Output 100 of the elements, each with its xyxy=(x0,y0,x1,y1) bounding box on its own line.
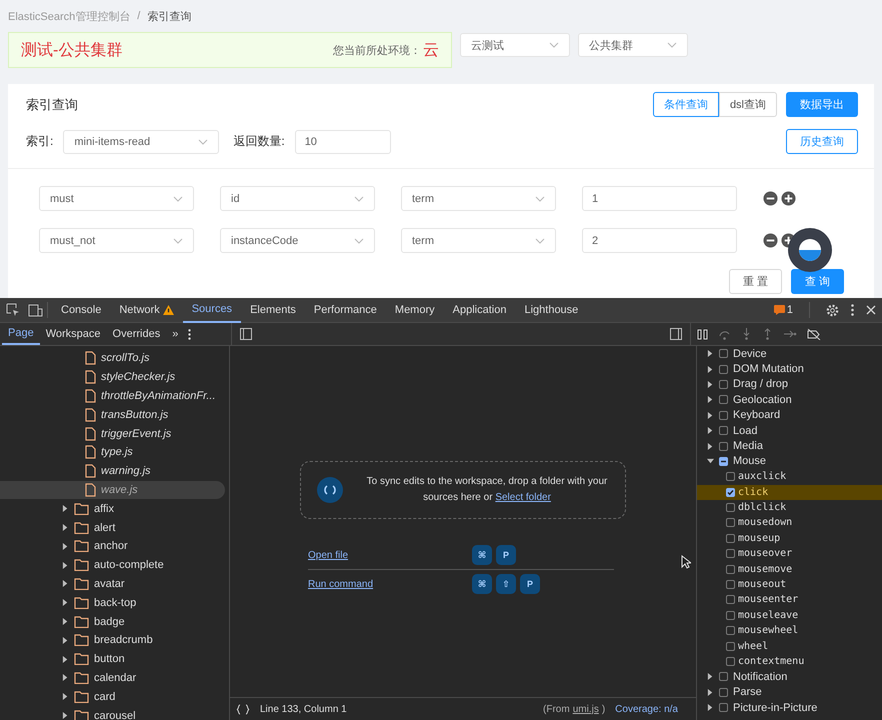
partial-checkbox[interactable] xyxy=(719,456,728,466)
select-field[interactable]: id xyxy=(220,186,375,211)
breakpoint-event[interactable]: dblclick xyxy=(697,500,882,516)
file-item[interactable]: warning.js xyxy=(0,462,225,481)
more-tabs-button[interactable]: » xyxy=(166,323,184,345)
checkbox[interactable] xyxy=(726,472,735,482)
caret-right-icon[interactable] xyxy=(707,704,714,712)
caret-right-icon[interactable] xyxy=(62,656,69,663)
breakpoint-category[interactable]: Media xyxy=(697,438,882,454)
caret-right-icon[interactable] xyxy=(62,505,69,512)
add-icon[interactable] xyxy=(781,191,796,206)
devtools-tab[interactable]: Console xyxy=(52,298,110,322)
folder-item[interactable]: alert xyxy=(0,518,225,537)
caret-right-icon[interactable] xyxy=(707,673,714,680)
checkbox[interactable] xyxy=(726,626,735,636)
more-icon[interactable] xyxy=(851,304,854,316)
sidebar-toggle-icon[interactable] xyxy=(240,328,252,340)
devtools-tab[interactable]: Performance xyxy=(304,298,386,322)
checkbox[interactable] xyxy=(726,595,735,604)
remove-icon[interactable] xyxy=(763,233,778,248)
checkbox[interactable] xyxy=(719,672,728,682)
file-item[interactable]: styleChecker.js xyxy=(0,368,225,387)
checkbox[interactable] xyxy=(719,410,728,420)
breakpoint-event[interactable]: auxclick xyxy=(697,469,882,485)
folder-item[interactable]: anchor xyxy=(0,536,225,556)
checked-checkbox[interactable] xyxy=(726,488,735,497)
close-icon[interactable] xyxy=(866,305,876,315)
source-link[interactable]: umi.js xyxy=(572,704,599,714)
caret-right-icon[interactable] xyxy=(62,542,69,550)
select-field[interactable]: term xyxy=(401,186,556,211)
select-field[interactable]: instanceCode xyxy=(220,228,375,253)
caret-right-icon[interactable] xyxy=(707,412,714,419)
checkbox[interactable] xyxy=(726,503,735,512)
record-button-icon[interactable] xyxy=(788,228,832,272)
breakpoint-category[interactable]: Notification xyxy=(697,669,882,685)
index-select[interactable]: mini-items-read xyxy=(63,130,220,154)
select-field[interactable]: 公共集群 xyxy=(578,33,688,57)
caret-right-icon[interactable] xyxy=(707,427,714,434)
folder-item[interactable]: breadcrumb xyxy=(0,630,225,650)
select-field[interactable]: 云测试 xyxy=(460,33,570,57)
breakpoint-event[interactable]: click xyxy=(697,484,882,500)
more-icon[interactable] xyxy=(188,328,192,340)
folder-item[interactable]: auto-complete xyxy=(0,556,225,575)
shortcut-link[interactable]: Open file xyxy=(308,550,472,560)
folder-item[interactable]: badge xyxy=(0,612,225,631)
checkbox[interactable] xyxy=(726,610,735,620)
breakpoint-category[interactable]: Load xyxy=(697,422,882,438)
checkbox[interactable] xyxy=(726,534,735,543)
caret-right-icon[interactable] xyxy=(62,562,69,569)
checkbox[interactable] xyxy=(719,688,728,697)
checkbox[interactable] xyxy=(726,642,735,651)
caret-right-icon[interactable] xyxy=(62,599,69,606)
breakpoint-category[interactable]: Geolocation xyxy=(697,392,882,408)
breakpoint-category[interactable]: Parse xyxy=(697,684,882,700)
pause-icon[interactable] xyxy=(697,328,708,340)
checkbox[interactable] xyxy=(726,657,735,666)
caret-right-icon[interactable] xyxy=(707,442,714,450)
checkbox[interactable] xyxy=(719,349,728,358)
sidebar-toggle-icon[interactable] xyxy=(670,328,682,340)
count-field[interactable]: 10 xyxy=(294,130,391,154)
breakpoint-category[interactable]: Mouse xyxy=(697,454,882,470)
breakpoint-event[interactable]: contextmenu xyxy=(697,654,882,670)
navigator-tab[interactable]: Workspace xyxy=(40,323,107,345)
deactivate-breakpoints-icon[interactable] xyxy=(807,328,821,340)
checkbox[interactable] xyxy=(726,564,735,574)
caret-right-icon[interactable] xyxy=(62,712,69,720)
navigator-tab[interactable]: Overrides xyxy=(106,323,166,345)
devtools-tab[interactable]: Network xyxy=(110,298,183,322)
breakpoint-event[interactable]: mouseout xyxy=(697,576,882,592)
folder-item[interactable]: calendar xyxy=(0,668,225,688)
checkbox[interactable] xyxy=(726,549,735,558)
caret-down-icon[interactable] xyxy=(707,458,714,465)
file-item[interactable]: type.js xyxy=(0,442,225,462)
caret-right-icon[interactable] xyxy=(62,674,69,682)
breakpoint-event[interactable]: mouseup xyxy=(697,530,882,546)
breakpoint-event[interactable]: mouseleave xyxy=(697,608,882,624)
checkbox[interactable] xyxy=(719,703,728,712)
folder-item[interactable]: affix xyxy=(0,499,225,518)
file-item[interactable]: wave.js xyxy=(0,480,225,500)
folder-item[interactable]: back-top xyxy=(0,593,225,612)
checkbox[interactable] xyxy=(719,380,728,389)
file-item[interactable]: transButton.js xyxy=(0,405,225,424)
folder-item[interactable]: card xyxy=(0,687,225,706)
breakpoint-category[interactable]: Drag / drop xyxy=(697,376,882,392)
mode-tab[interactable]: dsl查询 xyxy=(718,92,777,117)
breakpoint-event[interactable]: wheel xyxy=(697,638,882,654)
breakpoint-category[interactable]: Device xyxy=(697,346,882,362)
select-field[interactable]: must xyxy=(39,186,194,211)
select-field[interactable]: term xyxy=(401,228,556,253)
navigator-tab[interactable]: Page xyxy=(2,323,40,345)
folder-item[interactable]: carousel xyxy=(0,706,225,720)
caret-right-icon[interactable] xyxy=(62,524,69,532)
file-item[interactable]: throttleByAnimationFr... xyxy=(0,386,225,406)
shortcut-link[interactable]: Run command xyxy=(308,578,472,590)
format-icon[interactable] xyxy=(236,704,250,714)
caret-right-icon[interactable] xyxy=(62,636,69,644)
select-folder-link[interactable]: Select folder xyxy=(495,492,551,503)
caret-right-icon[interactable] xyxy=(62,618,69,626)
caret-right-icon[interactable] xyxy=(62,693,69,700)
issues-counter[interactable]: 1 xyxy=(774,304,793,316)
